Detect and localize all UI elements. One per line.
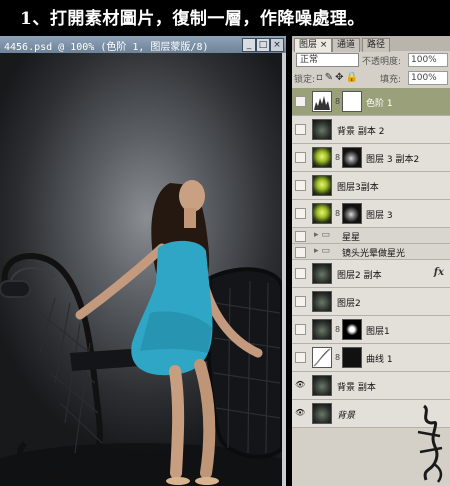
visibility-toggle[interactable] [295, 152, 306, 163]
visibility-toggle[interactable] [295, 180, 306, 191]
right-chair [206, 267, 282, 459]
folder-icon: ▸ ▭ [314, 230, 330, 240]
layer-name: 曲线 1 [366, 355, 393, 365]
levels-thumbnail [312, 91, 332, 112]
title-banner: 1、打開素材圖片，復制一層，作降噪處理。 [0, 0, 450, 34]
tab-channels[interactable]: 通道 [332, 38, 361, 52]
layer-name: 背景 副本 [337, 383, 376, 393]
tab-layers[interactable]: 图层 × [294, 38, 333, 52]
layer-name: 图层 3 [366, 211, 393, 221]
layer-group-row[interactable]: ▸ ▭ 星星 [292, 228, 450, 244]
vertical-scrollbar[interactable] [282, 53, 286, 486]
link-icon: 8 [335, 353, 341, 362]
image-canvas[interactable] [0, 53, 282, 486]
layer-row[interactable]: 图层2 副本 fx [292, 260, 450, 288]
visibility-toggle[interactable] [295, 324, 306, 335]
layer-thumbnail [312, 375, 332, 396]
lock-icons[interactable]: ▫✎✥🔒 [316, 72, 360, 83]
document-titlebar[interactable]: 4456.psd @ 100% (色阶 1, 图层蒙版/8) _ □ × [0, 36, 286, 53]
layer-thumbnail [312, 119, 332, 140]
opacity-field[interactable]: 100% [408, 53, 448, 67]
blend-row: 正常 不透明度: 100% [294, 53, 448, 67]
group-name: 镜头光晕做星光 [342, 249, 406, 259]
layer-thumbnail [312, 319, 332, 340]
layer-row[interactable]: 8 曲线 1 [292, 344, 450, 372]
layer-effects-icon[interactable]: fx [434, 267, 444, 278]
fill-label: 填充: [380, 75, 402, 85]
layer-name: 图层3副本 [337, 183, 379, 193]
blend-mode-select[interactable]: 正常 [296, 53, 359, 67]
layer-row[interactable]: 背景 副本 2 [292, 116, 450, 144]
layer-row[interactable]: 8 图层1 [292, 316, 450, 344]
layer-mask-thumbnail[interactable] [342, 319, 362, 340]
layer-name: 图层2 副本 [337, 271, 382, 281]
layer-mask-thumbnail[interactable] [342, 347, 362, 368]
eye-icon[interactable]: 👁 [295, 380, 305, 389]
link-icon: 8 [335, 325, 341, 334]
layer-name: 图层 3 副本2 [366, 155, 420, 165]
lock-row: 锁定: ▫✎✥🔒 填充: 100% [294, 71, 448, 85]
tab-paths[interactable]: 路径 [362, 38, 391, 52]
visibility-toggle[interactable] [295, 208, 306, 219]
calligraphy-watermark [417, 404, 443, 483]
photo-illustration [0, 180, 282, 486]
visibility-toggle[interactable] [295, 352, 306, 363]
layer-thumbnail [312, 175, 332, 196]
link-icon: 8 [335, 153, 341, 162]
layer-name: 图层1 [366, 327, 390, 337]
layer-mask-thumbnail[interactable] [342, 147, 362, 168]
layer-thumbnail [312, 203, 332, 224]
link-icon: 8 [335, 209, 341, 218]
document-title: 4456.psd @ 100% (色阶 1, 图层蒙版/8) [4, 42, 209, 53]
lock-label: 锁定: [294, 75, 316, 85]
layer-name: 色阶 1 [366, 99, 393, 109]
layer-group-row[interactable]: ▸ ▭ 镜头光晕做星光 [292, 244, 450, 260]
maximize-button[interactable]: □ [256, 38, 270, 52]
folder-icon: ▸ ▭ [314, 246, 330, 256]
layer-thumbnail [312, 403, 332, 424]
visibility-toggle[interactable] [295, 268, 306, 279]
visibility-toggle[interactable] [295, 296, 306, 307]
visibility-toggle[interactable] [295, 124, 306, 135]
histogram-icon [314, 96, 330, 110]
layer-thumbnail [312, 263, 332, 284]
layer-row[interactable]: 图层2 [292, 288, 450, 316]
palette-tabs: 图层 × 通道 路径 [292, 36, 450, 52]
layer-row[interactable]: 8 图层 3 副本2 [292, 144, 450, 172]
layer-name: 背景 [337, 411, 356, 421]
close-button[interactable]: × [270, 38, 284, 52]
layer-name: 图层2 [337, 299, 361, 309]
fill-field[interactable]: 100% [408, 71, 448, 85]
visibility-toggle[interactable] [295, 231, 306, 242]
curves-thumbnail [312, 347, 332, 368]
layer-row[interactable]: 图层3副本 [292, 172, 450, 200]
link-icon: 8 [335, 97, 341, 106]
layer-mask-thumbnail[interactable] [342, 91, 362, 112]
curve-icon [313, 348, 331, 367]
layer-thumbnail [312, 147, 332, 168]
banner-caption: 1、打開素材圖片，復制一層，作降噪處理。 [20, 9, 365, 29]
layer-thumbnail [312, 291, 332, 312]
layer-row[interactable]: 8 图层 3 [292, 200, 450, 228]
layer-row[interactable]: 8 色阶 1 [292, 88, 450, 116]
layer-name: 背景 副本 2 [337, 127, 385, 137]
minimize-button[interactable]: _ [242, 38, 256, 52]
eye-icon[interactable]: 👁 [295, 408, 305, 417]
layer-mask-thumbnail[interactable] [342, 203, 362, 224]
visibility-toggle[interactable] [295, 96, 306, 107]
opacity-label: 不透明度: [362, 57, 402, 67]
document-window: 4456.psd @ 100% (色阶 1, 图层蒙版/8) _ □ × [0, 36, 286, 486]
group-name: 星星 [342, 233, 361, 243]
layer-row[interactable]: 👁 背景 副本 [292, 372, 450, 400]
visibility-toggle[interactable] [295, 247, 306, 258]
